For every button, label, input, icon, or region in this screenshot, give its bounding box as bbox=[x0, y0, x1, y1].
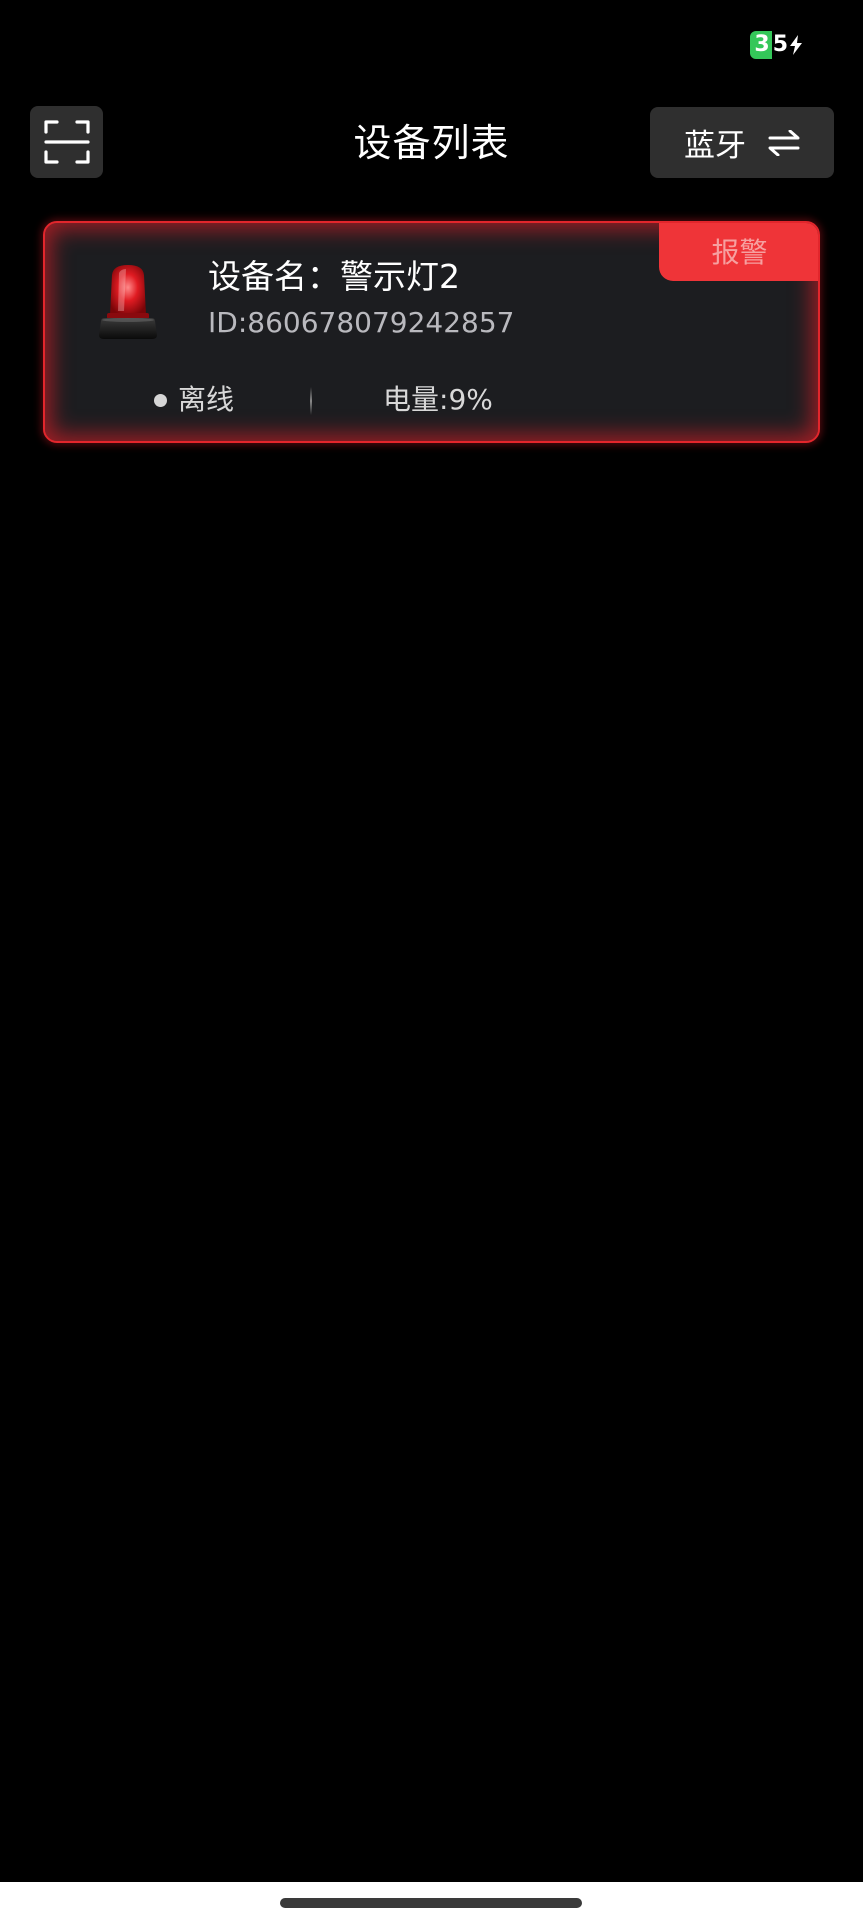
status-bar: 3 5 bbox=[0, 0, 863, 80]
home-indicator[interactable] bbox=[280, 1898, 582, 1908]
connection-status: 离线 bbox=[178, 383, 235, 416]
device-name: 设备名：警示灯2 bbox=[208, 255, 460, 299]
device-name-label: 设备名： bbox=[208, 257, 340, 296]
battery-level-first-digit: 3 bbox=[750, 31, 772, 59]
device-id: ID:860678079242857 bbox=[208, 305, 514, 341]
device-battery-value: 9% bbox=[448, 383, 493, 416]
bottom-bar bbox=[0, 1882, 863, 1920]
alarm-badge[interactable]: 报警 bbox=[659, 223, 818, 281]
device-id-value: 860678079242857 bbox=[247, 306, 515, 339]
bluetooth-label: 蓝牙 bbox=[684, 128, 746, 164]
device-battery: 电量:9% bbox=[383, 381, 493, 419]
device-battery-label: 电量: bbox=[383, 383, 449, 416]
device-list-screen: 3 5 设备列表 蓝牙 报警 设备名：警示灯2 ID:8606780792428… bbox=[0, 0, 863, 1920]
bluetooth-switch-button[interactable]: 蓝牙 bbox=[650, 107, 834, 178]
battery-indicator: 3 5 bbox=[750, 31, 803, 59]
device-status-row: 离线 电量:9% bbox=[45, 381, 818, 419]
battery-level-rest: 5 bbox=[772, 32, 788, 57]
header: 设备列表 蓝牙 bbox=[0, 106, 863, 180]
device-name-value: 警示灯2 bbox=[340, 257, 460, 296]
device-id-label: ID: bbox=[208, 306, 248, 339]
switch-arrows-icon bbox=[768, 129, 800, 156]
status-dot bbox=[154, 394, 167, 407]
status-divider bbox=[310, 387, 312, 415]
device-card[interactable]: 报警 设备名：警示灯2 ID:860678079242857 离线 电量:9% bbox=[43, 221, 820, 443]
bolt-icon bbox=[790, 35, 802, 55]
warning-light-icon bbox=[99, 265, 157, 339]
